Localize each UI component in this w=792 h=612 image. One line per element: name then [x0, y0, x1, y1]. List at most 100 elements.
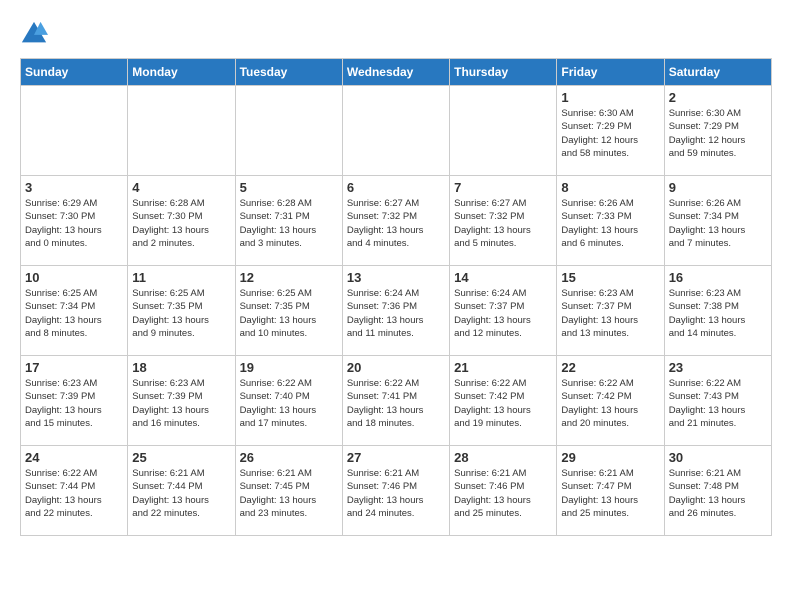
calendar-cell: [342, 86, 449, 176]
day-number: 20: [347, 360, 445, 375]
calendar-cell: 15 Sunrise: 6:23 AM Sunset: 7:37 PM Dayli…: [557, 266, 664, 356]
calendar-cell: 25 Sunrise: 6:21 AM Sunset: 7:44 PM Dayli…: [128, 446, 235, 536]
header-friday: Friday: [557, 59, 664, 86]
week-row-4: 17 Sunrise: 6:23 AM Sunset: 7:39 PM Dayli…: [21, 356, 772, 446]
logo: [20, 20, 52, 48]
day-number: 24: [25, 450, 123, 465]
day-number: 30: [669, 450, 767, 465]
day-info: Sunrise: 6:23 AM Sunset: 7:39 PM Dayligh…: [25, 377, 123, 430]
calendar-table: SundayMondayTuesdayWednesdayThursdayFrid…: [20, 58, 772, 536]
calendar-cell: 16Sunrise: 6:23 AM Sunset: 7:38 PM Dayli…: [664, 266, 771, 356]
day-number: 23: [669, 360, 767, 375]
day-info: Sunrise: 6:22 AM Sunset: 7:44 PM Dayligh…: [25, 467, 123, 520]
day-info: Sunrise: 6:22 AM Sunset: 7:41 PM Dayligh…: [347, 377, 445, 430]
day-number: 29: [561, 450, 659, 465]
day-info: Sunrise: 6:21 AM Sunset: 7:46 PM Dayligh…: [347, 467, 445, 520]
day-info: Sunrise: 6:28 AM Sunset: 7:30 PM Dayligh…: [132, 197, 230, 250]
day-number: 7: [454, 180, 552, 195]
calendar-cell: 4 Sunrise: 6:28 AM Sunset: 7:30 PM Daylig…: [128, 176, 235, 266]
header-sunday: Sunday: [21, 59, 128, 86]
calendar-cell: 29Sunrise: 6:21 AM Sunset: 7:47 PM Dayli…: [557, 446, 664, 536]
day-number: 10: [25, 270, 123, 285]
calendar-cell: 10 Sunrise: 6:25 AM Sunset: 7:34 PM Dayli…: [21, 266, 128, 356]
day-number: 2: [669, 90, 767, 105]
calendar-header-row: SundayMondayTuesdayWednesdayThursdayFrid…: [21, 59, 772, 86]
calendar-cell: 19 Sunrise: 6:22 AM Sunset: 7:40 PM Dayli…: [235, 356, 342, 446]
day-number: 25: [132, 450, 230, 465]
day-info: Sunrise: 6:23 AM Sunset: 7:37 PM Dayligh…: [561, 287, 659, 340]
week-row-2: 3 Sunrise: 6:29 AM Sunset: 7:30 PM Daylig…: [21, 176, 772, 266]
calendar-cell: 23 Sunrise: 6:22 AM Sunset: 7:43 PM Dayli…: [664, 356, 771, 446]
header-tuesday: Tuesday: [235, 59, 342, 86]
calendar-cell: 17 Sunrise: 6:23 AM Sunset: 7:39 PM Dayli…: [21, 356, 128, 446]
day-info: Sunrise: 6:25 AM Sunset: 7:35 PM Dayligh…: [132, 287, 230, 340]
calendar-cell: 7Sunrise: 6:27 AM Sunset: 7:32 PM Daylig…: [450, 176, 557, 266]
day-number: 4: [132, 180, 230, 195]
day-number: 26: [240, 450, 338, 465]
week-row-1: 1 Sunrise: 6:30 AM Sunset: 7:29 PM Daylig…: [21, 86, 772, 176]
calendar-cell: 11 Sunrise: 6:25 AM Sunset: 7:35 PM Dayli…: [128, 266, 235, 356]
day-info: Sunrise: 6:26 AM Sunset: 7:33 PM Dayligh…: [561, 197, 659, 250]
calendar-cell: 3 Sunrise: 6:29 AM Sunset: 7:30 PM Daylig…: [21, 176, 128, 266]
day-number: 12: [240, 270, 338, 285]
calendar-cell: 28 Sunrise: 6:21 AM Sunset: 7:46 PM Dayli…: [450, 446, 557, 536]
calendar-cell: 27 Sunrise: 6:21 AM Sunset: 7:46 PM Dayli…: [342, 446, 449, 536]
calendar-cell: 24 Sunrise: 6:22 AM Sunset: 7:44 PM Dayli…: [21, 446, 128, 536]
day-number: 18: [132, 360, 230, 375]
header-saturday: Saturday: [664, 59, 771, 86]
day-info: Sunrise: 6:22 AM Sunset: 7:43 PM Dayligh…: [669, 377, 767, 430]
calendar-cell: 30 Sunrise: 6:21 AM Sunset: 7:48 PM Dayli…: [664, 446, 771, 536]
calendar-cell: 12 Sunrise: 6:25 AM Sunset: 7:35 PM Dayli…: [235, 266, 342, 356]
logo-icon: [20, 20, 48, 48]
week-row-5: 24 Sunrise: 6:22 AM Sunset: 7:44 PM Dayli…: [21, 446, 772, 536]
day-info: Sunrise: 6:24 AM Sunset: 7:37 PM Dayligh…: [454, 287, 552, 340]
calendar-cell: 2 Sunrise: 6:30 AM Sunset: 7:29 PM Daylig…: [664, 86, 771, 176]
calendar-cell: 6 Sunrise: 6:27 AM Sunset: 7:32 PM Daylig…: [342, 176, 449, 266]
day-number: 1: [561, 90, 659, 105]
day-info: Sunrise: 6:24 AM Sunset: 7:36 PM Dayligh…: [347, 287, 445, 340]
calendar-cell: 26 Sunrise: 6:21 AM Sunset: 7:45 PM Dayli…: [235, 446, 342, 536]
page-header: [20, 20, 772, 48]
day-info: Sunrise: 6:27 AM Sunset: 7:32 PM Dayligh…: [347, 197, 445, 250]
day-number: 15: [561, 270, 659, 285]
header-wednesday: Wednesday: [342, 59, 449, 86]
day-number: 6: [347, 180, 445, 195]
day-number: 22: [561, 360, 659, 375]
day-number: 16: [669, 270, 767, 285]
day-info: Sunrise: 6:21 AM Sunset: 7:45 PM Dayligh…: [240, 467, 338, 520]
day-number: 11: [132, 270, 230, 285]
day-info: Sunrise: 6:28 AM Sunset: 7:31 PM Dayligh…: [240, 197, 338, 250]
day-number: 19: [240, 360, 338, 375]
calendar-cell: 20 Sunrise: 6:22 AM Sunset: 7:41 PM Dayli…: [342, 356, 449, 446]
week-row-3: 10 Sunrise: 6:25 AM Sunset: 7:34 PM Dayli…: [21, 266, 772, 356]
day-number: 13: [347, 270, 445, 285]
day-info: Sunrise: 6:21 AM Sunset: 7:46 PM Dayligh…: [454, 467, 552, 520]
day-number: 14: [454, 270, 552, 285]
day-info: Sunrise: 6:21 AM Sunset: 7:48 PM Dayligh…: [669, 467, 767, 520]
day-info: Sunrise: 6:21 AM Sunset: 7:44 PM Dayligh…: [132, 467, 230, 520]
day-info: Sunrise: 6:23 AM Sunset: 7:39 PM Dayligh…: [132, 377, 230, 430]
header-monday: Monday: [128, 59, 235, 86]
calendar-cell: [450, 86, 557, 176]
day-info: Sunrise: 6:30 AM Sunset: 7:29 PM Dayligh…: [669, 107, 767, 160]
day-number: 27: [347, 450, 445, 465]
day-number: 21: [454, 360, 552, 375]
day-info: Sunrise: 6:26 AM Sunset: 7:34 PM Dayligh…: [669, 197, 767, 250]
day-number: 28: [454, 450, 552, 465]
day-info: Sunrise: 6:25 AM Sunset: 7:34 PM Dayligh…: [25, 287, 123, 340]
day-info: Sunrise: 6:30 AM Sunset: 7:29 PM Dayligh…: [561, 107, 659, 160]
day-info: Sunrise: 6:22 AM Sunset: 7:40 PM Dayligh…: [240, 377, 338, 430]
calendar-cell: 9Sunrise: 6:26 AM Sunset: 7:34 PM Daylig…: [664, 176, 771, 266]
day-info: Sunrise: 6:25 AM Sunset: 7:35 PM Dayligh…: [240, 287, 338, 340]
day-number: 5: [240, 180, 338, 195]
header-thursday: Thursday: [450, 59, 557, 86]
calendar-cell: 14 Sunrise: 6:24 AM Sunset: 7:37 PM Dayli…: [450, 266, 557, 356]
calendar-cell: 13 Sunrise: 6:24 AM Sunset: 7:36 PM Dayli…: [342, 266, 449, 356]
day-number: 17: [25, 360, 123, 375]
day-info: Sunrise: 6:29 AM Sunset: 7:30 PM Dayligh…: [25, 197, 123, 250]
calendar-cell: [235, 86, 342, 176]
calendar-cell: 8Sunrise: 6:26 AM Sunset: 7:33 PM Daylig…: [557, 176, 664, 266]
calendar-cell: 18 Sunrise: 6:23 AM Sunset: 7:39 PM Dayli…: [128, 356, 235, 446]
calendar-cell: 22Sunrise: 6:22 AM Sunset: 7:42 PM Dayli…: [557, 356, 664, 446]
day-number: 3: [25, 180, 123, 195]
